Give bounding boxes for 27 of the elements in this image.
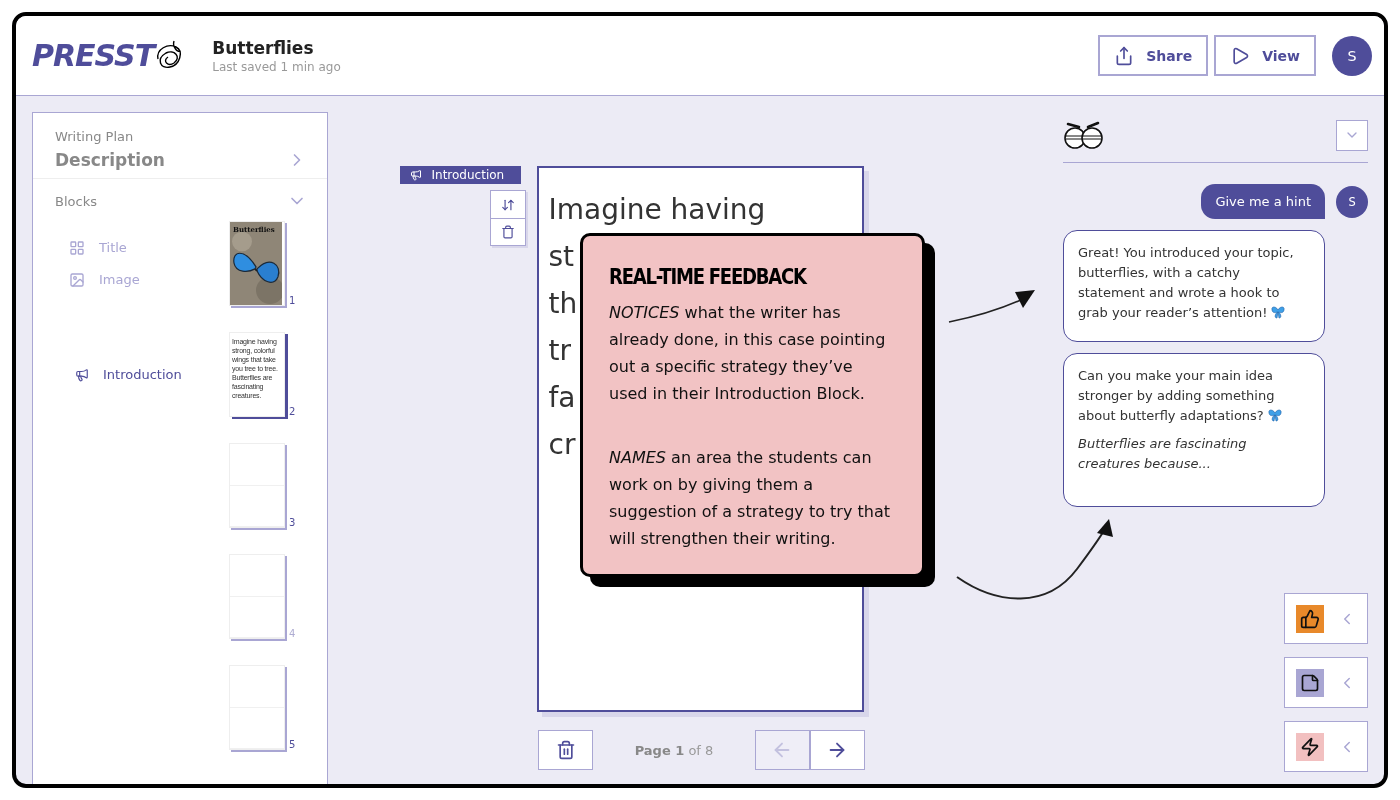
logo-text: PRESST [32, 38, 155, 73]
message-text: Great! You introduced your topic, butterflies, with a catchy statement and wrote a hook to grab your reader’s attention! [1078, 244, 1295, 322]
card-paragraph: NAMES an area the students can work on by giving them a suggestion of a strategy to try that will strengthen their writing. [609, 447, 891, 550]
section-label: Writing Plan [55, 129, 135, 144]
plan-name: Description [55, 150, 165, 170]
page-text-line: th [548, 286, 578, 322]
page-number: 3 [288, 517, 297, 528]
user-avatar: S [1336, 185, 1368, 218]
card-title: REAL-TIME FEEDBACK [609, 264, 808, 289]
page-text-line: fa [548, 380, 576, 416]
page-number: 4 [288, 628, 297, 639]
document-title: Butterflies [212, 37, 315, 58]
card-paragraph: NOTICES what the writer has already done, in this case pointing out a specific strategy they’ve used in their Introduction Block. [609, 302, 887, 405]
page-text-line: cr [548, 427, 576, 463]
block-tag-label: Introduction [431, 168, 505, 182]
page-text-line: st [548, 239, 575, 275]
message-text: Can you make your main idea stronger by adding something about butterfly adaptations? [1078, 366, 1310, 426]
user-message: Give me a hint [1201, 184, 1325, 219]
example-sentence: Butterflies are fascinating creatures because... [1078, 435, 1248, 473]
page-number: 1 [288, 295, 297, 306]
page-text-line: tr [548, 333, 571, 369]
page-indicator: Page 1 of 8 [634, 742, 714, 758]
page-text-line: Imagine having [548, 192, 766, 228]
page-number: 5 [288, 739, 297, 750]
page-number: 2 [288, 406, 297, 417]
save-status: Last saved 1 min ago [212, 59, 342, 74]
blocks-label: Blocks [55, 193, 97, 209]
